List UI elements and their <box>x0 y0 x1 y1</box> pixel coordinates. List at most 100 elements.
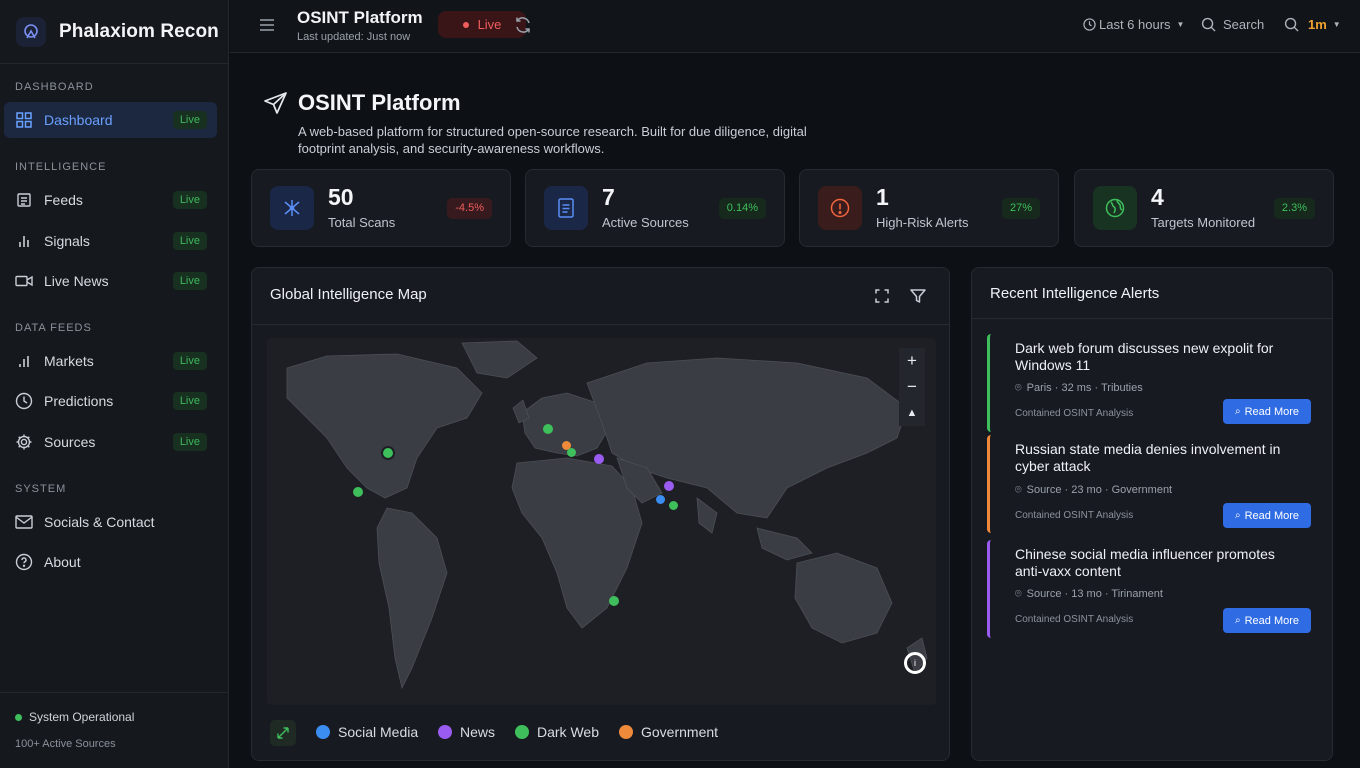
bar-chart-icon <box>15 352 33 370</box>
zoom-out-button[interactable]: − <box>899 374 925 400</box>
map-marker-dark-web[interactable] <box>567 448 576 457</box>
stat-value: 7 <box>602 184 615 210</box>
expand-arrows-icon[interactable] <box>270 720 296 746</box>
chevron-down-icon: ▼ <box>1176 20 1185 29</box>
warning-icon <box>818 186 862 230</box>
sidebar-item-signals[interactable]: Signals Live <box>4 223 217 259</box>
stat-card-active-sources[interactable]: 7 Active Sources 0.14% <box>525 169 785 247</box>
interval-select[interactable]: 1m ▼ <box>1284 17 1341 32</box>
world-map-graphic <box>286 340 928 690</box>
map-marker-social-media[interactable] <box>656 495 665 504</box>
sidebar-item-socials-contact[interactable]: Socials & Contact <box>4 504 217 540</box>
system-status-text: System Operational <box>29 710 135 724</box>
legend-label: Dark Web <box>537 724 599 740</box>
refresh-icon[interactable] <box>513 15 533 40</box>
map-marker-news[interactable] <box>594 454 604 464</box>
bar-chart-icon <box>15 232 33 250</box>
read-more-button[interactable]: ⌕ Read More <box>1223 503 1311 528</box>
live-badge: Live <box>172 433 207 451</box>
legend-dark-web[interactable]: Dark Web <box>515 724 599 740</box>
help-icon <box>15 553 33 571</box>
read-more-label: Read More <box>1244 405 1300 418</box>
compass-button[interactable]: ▲ <box>899 400 925 426</box>
sidebar-item-label: Sources <box>44 434 96 450</box>
live-badge: Live <box>172 352 207 370</box>
live-badge: Live <box>172 232 207 250</box>
stat-change-badge: 2.3% <box>1273 198 1315 219</box>
divider <box>972 318 1332 319</box>
map-info-icon[interactable]: i <box>904 652 926 674</box>
search-button[interactable]: Search <box>1201 17 1264 32</box>
active-sources-count: 100+ Active Sources <box>15 738 116 750</box>
chevron-down-icon: ▼ <box>1332 20 1341 29</box>
sidebar-footer: System Operational 100+ Active Sources <box>0 692 229 768</box>
stat-change-badge: 0.14% <box>718 198 766 219</box>
alert-title: Dark web forum discusses new expolit for… <box>1015 340 1274 373</box>
zoom-in-button[interactable]: + <box>899 348 925 374</box>
world-map[interactable]: + − ▲ i <box>267 338 936 705</box>
section-title-intelligence: INTELLIGENCE <box>15 161 107 173</box>
fullscreen-icon[interactable] <box>875 289 889 308</box>
sidebar-item-feeds[interactable]: Feeds Live <box>4 182 217 218</box>
sidebar-item-label: Predictions <box>44 393 114 409</box>
globe-icon <box>1093 186 1137 230</box>
feed-icon <box>15 191 33 209</box>
stat-card-high-risk-alerts[interactable]: 1 High-Risk Alerts 27% <box>799 169 1059 247</box>
sidebar-item-live-news[interactable]: Live News Live <box>4 263 217 299</box>
legend-news[interactable]: News <box>438 724 495 740</box>
header-title: OSINT Platform <box>297 8 423 27</box>
search-label: Search <box>1223 17 1265 32</box>
read-more-label: Read More <box>1244 509 1300 522</box>
sidebar-item-label: Signals <box>44 233 90 249</box>
alert-item[interactable]: Dark web forum discusses new expolit for… <box>987 334 1311 432</box>
brand-name: Phalaxiom Recon <box>59 20 219 42</box>
stat-value: 4 <box>1151 184 1164 210</box>
stat-card-targets-monitored[interactable]: 4 Targets Monitored 2.3% <box>1074 169 1334 247</box>
sidebar-item-sources[interactable]: Sources Live <box>4 424 217 460</box>
map-marker-dark-web[interactable] <box>669 501 678 510</box>
map-marker-dark-web[interactable] <box>609 596 619 606</box>
legend-label: Social Media <box>338 724 419 740</box>
alert-item[interactable]: Chinese social media influencer promotes… <box>987 540 1311 638</box>
mail-icon <box>15 513 33 531</box>
send-icon <box>264 92 288 119</box>
map-marker-dark-web[interactable] <box>543 424 553 434</box>
map-marker-dark-web[interactable] <box>383 448 393 458</box>
stat-card-total-scans[interactable]: 50 Total Scans -4.5% <box>251 169 511 247</box>
live-label: Live <box>477 17 502 32</box>
location-pin-icon: ⌾ <box>1015 382 1022 394</box>
section-title-dashboard: DASHBOARD <box>15 81 94 93</box>
map-panel: Global Intelligence Map + − ▲ i Social M… <box>251 267 950 761</box>
document-icon <box>544 186 588 230</box>
alert-item[interactable]: Russian state media denies involvement i… <box>987 435 1311 533</box>
sidebar-item-about[interactable]: About <box>4 544 217 580</box>
sidebar-item-label: Feeds <box>44 192 83 208</box>
legend-social-media[interactable]: Social Media <box>316 724 418 740</box>
legend-government[interactable]: Government <box>619 724 718 740</box>
stat-label: Active Sources <box>602 215 689 230</box>
stat-change-badge: 27% <box>1001 198 1040 219</box>
clock-icon <box>15 392 33 410</box>
divider <box>252 324 949 325</box>
filter-icon[interactable] <box>910 288 926 309</box>
read-more-button[interactable]: ⌕ Read More <box>1223 608 1311 633</box>
page-description: A web-based platform for structured open… <box>298 124 807 156</box>
map-marker-dark-web[interactable] <box>353 487 363 497</box>
hamburger-menu-icon[interactable] <box>260 18 274 36</box>
read-more-button[interactable]: ⌕ Read More <box>1223 399 1311 424</box>
sidebar-item-dashboard[interactable]: Dashboard Live <box>4 102 217 138</box>
alert-meta-text: Paris · 32 ms · Tributies <box>1026 382 1143 394</box>
time-range-select[interactable]: Last 6 hours ▼ <box>1083 17 1184 32</box>
alerts-panel-title: Recent Intelligence Alerts <box>990 285 1160 302</box>
legend-label: Government <box>641 724 719 740</box>
alert-caption: Contained OSINT Analysis <box>1015 614 1134 625</box>
sidebar-item-label: Live News <box>44 273 109 289</box>
live-badge: Live <box>172 111 207 129</box>
interval-value: 1m <box>1308 17 1327 32</box>
brand[interactable]: Phalaxiom Recon <box>0 0 229 64</box>
sidebar-item-predictions[interactable]: Predictions Live <box>4 383 217 419</box>
map-marker-news[interactable] <box>664 481 674 491</box>
sidebar-item-markets[interactable]: Markets Live <box>4 343 217 379</box>
live-dot-icon <box>462 21 469 28</box>
alerts-panel: Recent Intelligence Alerts Dark web foru… <box>971 267 1333 761</box>
